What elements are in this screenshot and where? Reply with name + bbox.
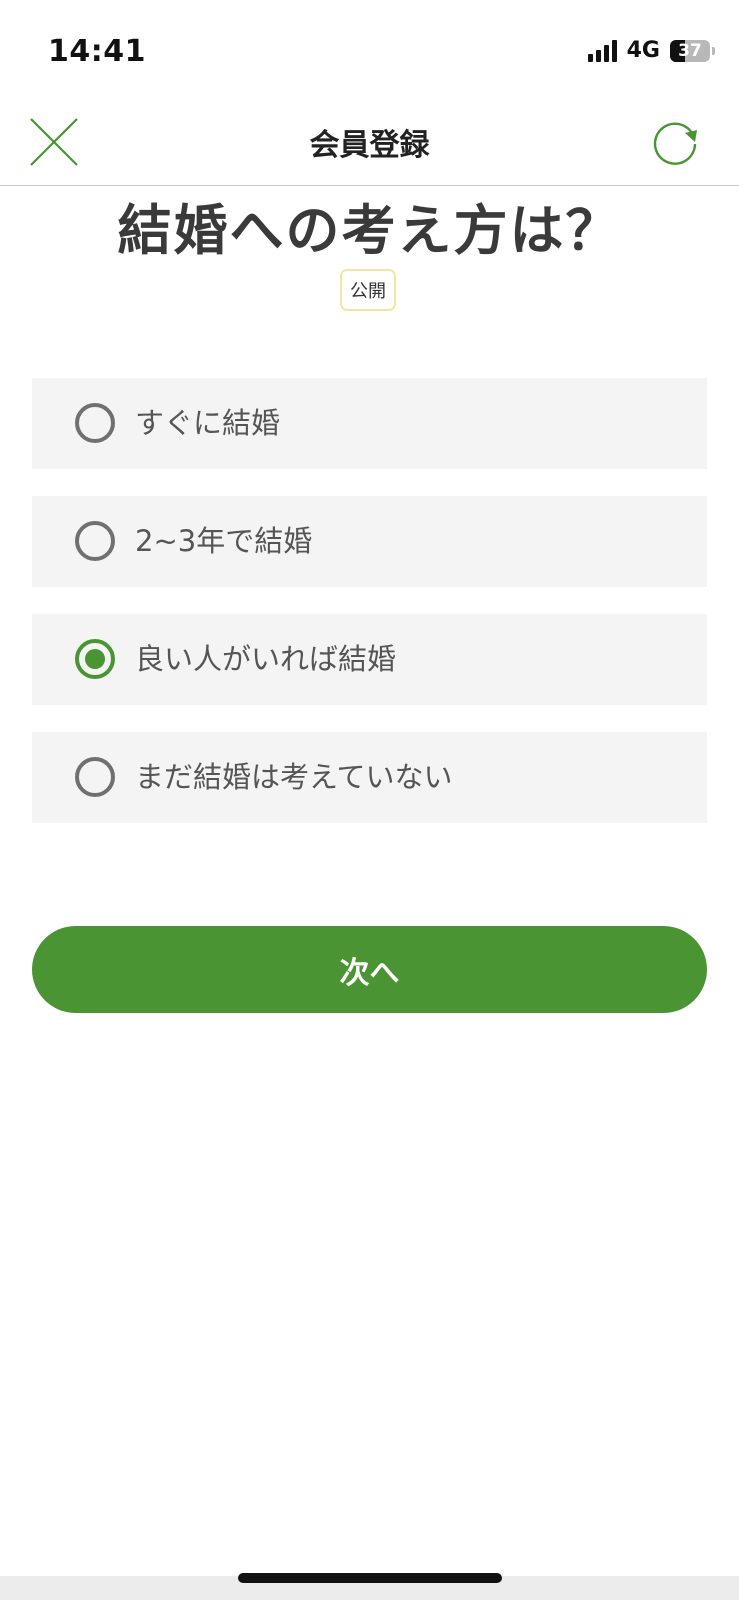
status-bar: 14:41 4G 37 (0, 0, 739, 100)
nav-bar: 会員登録 (0, 100, 739, 186)
option-item-if-good-person[interactable]: 良い人がいれば結婚 (32, 614, 707, 705)
refresh-icon (653, 122, 697, 165)
option-label: まだ結婚は考えていない (135, 760, 453, 794)
radio-button[interactable] (75, 757, 115, 797)
network-label: 4G (626, 38, 660, 63)
question-title: 結婚への考え方は？ (117, 199, 622, 262)
page-title: 会員登録 (309, 128, 430, 163)
radio-button-selected[interactable] (75, 639, 115, 679)
signal-bars-icon (587, 39, 617, 62)
battery-level: 37 (678, 40, 702, 61)
next-button[interactable]: 次へ (32, 926, 707, 1013)
status-time: 14:41 (48, 34, 146, 69)
radio-button[interactable] (75, 521, 115, 561)
option-label: すぐに結婚 (135, 406, 281, 440)
visibility-badge: 公開 (340, 269, 396, 311)
battery-cap (712, 46, 715, 55)
radio-button[interactable] (75, 403, 115, 443)
refresh-button[interactable] (649, 116, 701, 168)
option-label: 良い人がいれば結婚 (135, 642, 397, 676)
radio-selected-dot (85, 649, 105, 669)
option-label: 2~3年で結婚 (135, 524, 313, 558)
battery-icon: 37 (670, 39, 710, 62)
option-item-immediately[interactable]: すぐに結婚 (32, 378, 707, 469)
option-item-not-yet[interactable]: まだ結婚は考えていない (32, 732, 707, 823)
status-indicators: 4G 37 (587, 38, 715, 63)
home-indicator[interactable] (238, 1573, 502, 1583)
options-list: すぐに結婚 2~3年で結婚 良い人がいれば結婚 まだ結婚は考えていない (32, 378, 707, 850)
option-item-2-3-years[interactable]: 2~3年で結婚 (32, 496, 707, 587)
